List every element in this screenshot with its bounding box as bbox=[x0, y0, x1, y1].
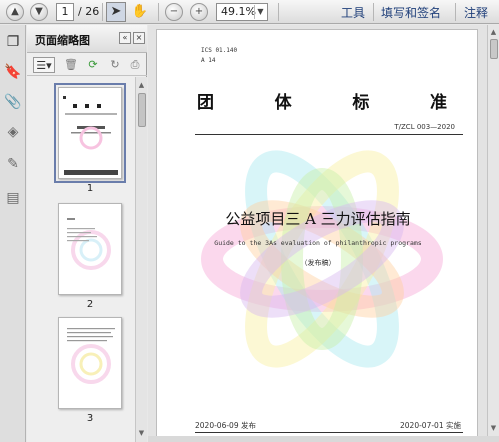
zoom-level-value: 49.1% bbox=[221, 5, 256, 18]
page-thumbnails-icon[interactable]: ❐ bbox=[4, 33, 22, 51]
draft-note: （发布稿） bbox=[300, 259, 336, 267]
thumbnail-page-1[interactable] bbox=[54, 83, 126, 183]
scroll-up-icon[interactable]: ▲ bbox=[136, 79, 147, 91]
implement-date: 2020-07-01 实施 bbox=[400, 421, 461, 430]
horizontal-scrollbar[interactable] bbox=[148, 436, 499, 442]
bookmark-icon[interactable]: 🔖 bbox=[4, 63, 22, 81]
classification-code: A 14 bbox=[201, 57, 216, 64]
next-page-button[interactable]: ▼ bbox=[30, 3, 48, 21]
heading-char: 团 bbox=[197, 93, 214, 113]
heading-char: 体 bbox=[274, 93, 292, 113]
previous-page-button[interactable]: ▲ bbox=[6, 3, 24, 21]
thumbnail-panel: 页面缩略图 « × ☰▾ 🗑 ⟳ ↻ ⎙ 1 2 3 ▲ ▼ bbox=[27, 25, 147, 442]
document-title: 公益项目三 A 三力评估指南 bbox=[225, 210, 411, 228]
document-page: ICS 01.140 A 14 团 体 标 准 T/ZCL 003—2020 公… bbox=[156, 29, 478, 439]
thumbnail-scrollbar[interactable]: ▲ ▼ bbox=[135, 77, 147, 442]
close-panel-icon[interactable]: × bbox=[133, 32, 145, 44]
toolbar-separator bbox=[373, 3, 374, 21]
scrollbar-thumb[interactable] bbox=[490, 39, 498, 59]
insert-page-icon[interactable]: ⟳ bbox=[85, 57, 101, 73]
thumbnail-page-3[interactable] bbox=[58, 317, 122, 409]
layers-icon[interactable]: ◈ bbox=[4, 123, 22, 141]
toolbar-separator bbox=[278, 3, 279, 21]
scrollbar-thumb[interactable] bbox=[138, 93, 146, 127]
standard-type-heading: 团 体 标 准 bbox=[197, 88, 447, 113]
select-tool-icon[interactable]: ➤ bbox=[106, 2, 126, 22]
thumbnail-panel-header: 页面缩略图 « × bbox=[27, 25, 147, 53]
toolbar-separator bbox=[102, 3, 103, 21]
scroll-down-icon[interactable]: ▼ bbox=[136, 427, 147, 439]
rotate-page-icon[interactable]: ↻ bbox=[107, 57, 123, 73]
navigation-strip: ❐ 🔖 📎 ◈ ✎ ▤ bbox=[0, 25, 26, 442]
toolbar-separator bbox=[158, 3, 159, 21]
scroll-down-icon[interactable]: ▼ bbox=[488, 422, 499, 434]
chevron-down-icon[interactable]: ▼ bbox=[254, 5, 266, 19]
zoom-in-button[interactable]: + bbox=[190, 3, 208, 21]
signature-icon[interactable]: ✎ bbox=[4, 155, 22, 173]
toolbar-separator bbox=[455, 3, 456, 21]
content-icon[interactable]: ▤ bbox=[4, 189, 22, 207]
comment-button[interactable]: 注释 bbox=[464, 4, 488, 21]
zoom-out-button[interactable]: − bbox=[165, 3, 183, 21]
document-subtitle: Guide to the 3As evaluation of philanthr… bbox=[214, 239, 422, 247]
publish-date: 2020-06-09 发布 bbox=[195, 421, 256, 430]
tools-button[interactable]: 工具 bbox=[341, 4, 365, 21]
options-menu-icon[interactable]: ☰▾ bbox=[33, 57, 55, 73]
thumbnail-toolbar: ☰▾ 🗑 ⟳ ↻ ⎙ bbox=[27, 54, 147, 76]
attachment-icon[interactable]: 📎 bbox=[4, 93, 22, 111]
standard-code: T/ZCL 003—2020 bbox=[394, 123, 455, 131]
fill-sign-button[interactable]: 填写和签名 bbox=[381, 4, 441, 21]
thumbnail-page-2[interactable] bbox=[58, 203, 122, 295]
collapse-panel-icon[interactable]: « bbox=[119, 32, 131, 44]
thumbnail-list: 1 2 3 bbox=[27, 77, 135, 442]
hand-tool-icon[interactable]: ✋ bbox=[130, 2, 150, 22]
main-toolbar: ▲ ▼ 1 / 26 ➤ ✋ − + 49.1% ▼ 工具 填写和签名 注释 bbox=[0, 0, 499, 24]
document-view[interactable]: ICS 01.140 A 14 团 体 标 准 T/ZCL 003—2020 公… bbox=[148, 25, 487, 439]
divider-line bbox=[195, 432, 463, 433]
thumbnail-panel-title: 页面缩略图 bbox=[35, 34, 90, 47]
zoom-level-select[interactable]: 49.1% ▼ bbox=[216, 3, 268, 21]
heading-char: 标 bbox=[352, 93, 370, 113]
page-total-label: / 26 bbox=[78, 5, 100, 18]
heading-char: 准 bbox=[429, 93, 447, 113]
scroll-up-icon[interactable]: ▲ bbox=[488, 26, 499, 38]
thumbnail-page-number: 3 bbox=[86, 413, 94, 424]
thumbnail-page-number: 2 bbox=[86, 299, 94, 310]
document-scrollbar[interactable]: ▲ ▼ bbox=[487, 25, 499, 436]
ics-code: ICS 01.140 bbox=[201, 47, 238, 54]
print-page-icon[interactable]: ⎙ bbox=[127, 57, 143, 73]
page-number-input[interactable]: 1 bbox=[56, 3, 74, 21]
delete-page-icon[interactable]: 🗑 bbox=[63, 57, 79, 73]
thumbnail-page-number: 1 bbox=[86, 183, 94, 194]
